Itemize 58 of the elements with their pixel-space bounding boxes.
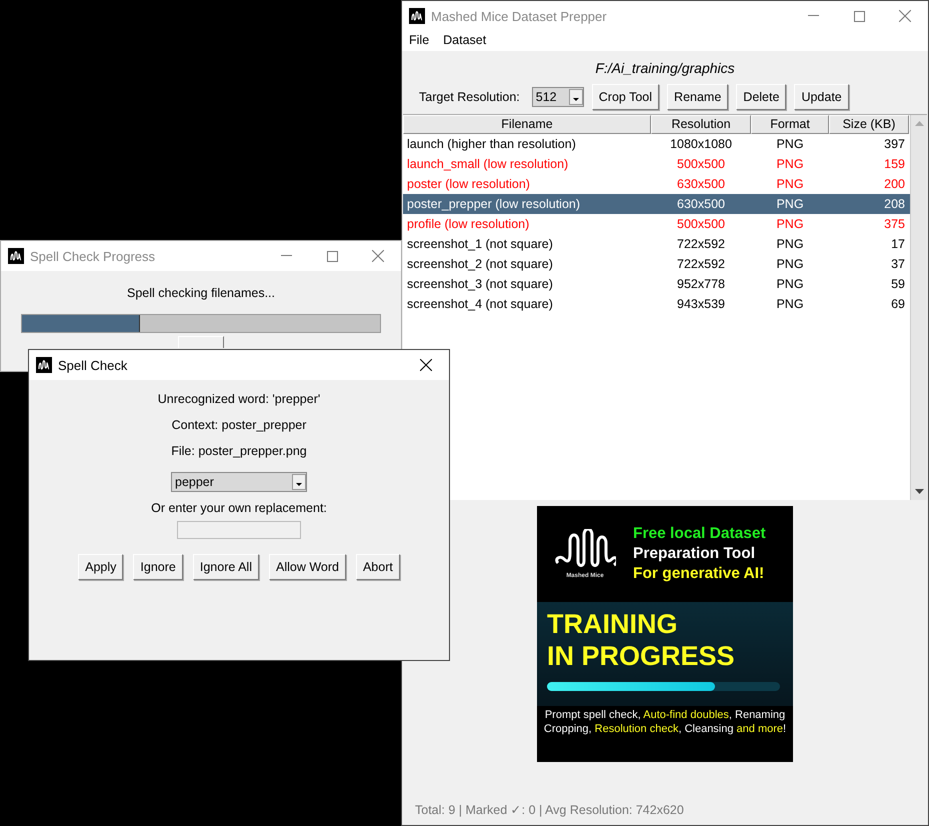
window-title: Spell Check [58,358,128,372]
tagline-text: Preparation Tool [633,544,756,564]
app-logo-icon [8,248,24,264]
target-resolution-label: Target Resolution: [419,90,520,104]
dialog-button[interactable]: Abort [356,554,400,580]
feature-text: Cropping, Resolution check, Cleansing and more! [544,722,786,736]
close-icon[interactable] [420,359,432,371]
tagline-text: For generative AI! [633,564,766,584]
file-row[interactable]: poster (low resolution) 630x500 PNG 200 [403,174,910,194]
app-logo-icon [409,8,425,24]
column-header[interactable]: Format [751,115,829,134]
toolbar-button[interactable]: Crop Tool [592,84,660,110]
dropdown-caret-icon[interactable] [292,474,306,490]
partly-hidden-button[interactable] [178,336,224,348]
dialog-button[interactable]: Ignore All [192,554,259,580]
file-row[interactable]: launch (higher than resolution) 1080x1080 PNG 397 [403,134,910,154]
file-row[interactable]: profile (low resolution) 500x500 PNG 375 [403,214,910,234]
file-row[interactable]: launch_small (low resolution) 500x500 PNG 159 [403,154,910,174]
maximize-icon[interactable] [326,250,338,262]
replacement-label: Or enter your own replacement: [151,501,327,515]
menu-item[interactable]: Dataset [443,33,486,47]
headline-text: TRAINING [547,608,678,640]
info-text: File: poster_prepper.png [171,444,307,458]
status-text: Total: 9 | Marked ✓: 0 | Avg Resolution: 742x620 [414,802,685,819]
folder-path: F:/Ai_training/graphics [594,60,736,76]
app-logo-icon [36,357,52,373]
replacement-field[interactable] [177,521,301,539]
dialog-button[interactable]: Ignore [133,554,183,580]
file-row[interactable]: screenshot_1 (not square) 722x592 PNG 17 [403,234,910,254]
minimize-icon[interactable] [280,255,292,257]
resolution-dropdown[interactable]: 512 [532,87,584,107]
file-row[interactable]: screenshot_3 (not square) 952x778 PNG 59 [403,274,910,294]
progress-message: Spell checking filenames... [127,286,275,300]
toolbar-button[interactable]: Update [794,84,849,110]
feature-text: Prompt spell check, Auto-find doubles, Renaming [544,708,786,722]
column-header[interactable]: Resolution [651,115,751,134]
toolbar-button[interactable]: Rename [667,84,728,110]
column-header[interactable]: Size (KB) [829,115,909,134]
info-text: Unrecognized word: 'prepper' [158,392,320,406]
file-row[interactable]: screenshot_2 (not square) 722x592 PNG 37 [403,254,910,274]
scroll-down-icon[interactable] [914,489,924,495]
minimize-icon[interactable] [808,15,818,17]
file-row[interactable]: poster_prepper (low resolution) 630x500 PNG 208 [403,194,910,214]
menu-item[interactable]: File [409,33,430,47]
column-header[interactable]: Filename [403,115,651,134]
dialog-button[interactable]: Allow Word [268,554,346,580]
dropdown-caret-icon[interactable] [568,89,583,105]
file-row[interactable]: screenshot_4 (not square) 943x539 PNG 69 [403,294,910,314]
maximize-icon[interactable] [854,10,864,22]
info-text: Context: poster_prepper [172,418,306,432]
tagline-text: Free local Dataset [633,524,766,544]
toolbar-button[interactable]: Delete [736,84,786,110]
headline-text: IN PROGRESS [547,640,736,672]
suggestion-dropdown[interactable]: pepper [171,472,307,492]
window-title: Spell Check Progress [30,248,155,264]
dialog-button[interactable]: Apply [78,554,124,580]
scrollbar[interactable] [910,115,927,500]
window-title: Mashed Mice Dataset Prepper [431,8,607,24]
